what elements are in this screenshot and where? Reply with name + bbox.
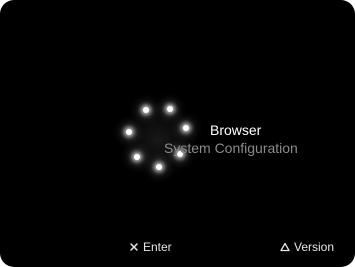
triangle-button-icon — [280, 242, 290, 252]
enter-hint[interactable]: Enter — [129, 236, 172, 254]
orbit-light — [126, 129, 132, 135]
orbit-light — [143, 107, 149, 113]
version-hint[interactable]: Version — [280, 236, 335, 254]
enter-label: Enter — [143, 240, 172, 254]
cross-button-icon — [130, 243, 138, 251]
orbit-light — [156, 164, 162, 170]
system-menu-screen: Browser System Configuration Enter Versi… — [0, 0, 355, 267]
menu-item-system-configuration[interactable]: System Configuration — [164, 140, 298, 156]
version-label: Version — [294, 240, 335, 254]
orbit-light — [134, 154, 140, 160]
orbit-light — [167, 106, 173, 112]
main-menu: Browser System Configuration — [160, 118, 350, 162]
menu-item-browser[interactable]: Browser — [210, 122, 261, 138]
